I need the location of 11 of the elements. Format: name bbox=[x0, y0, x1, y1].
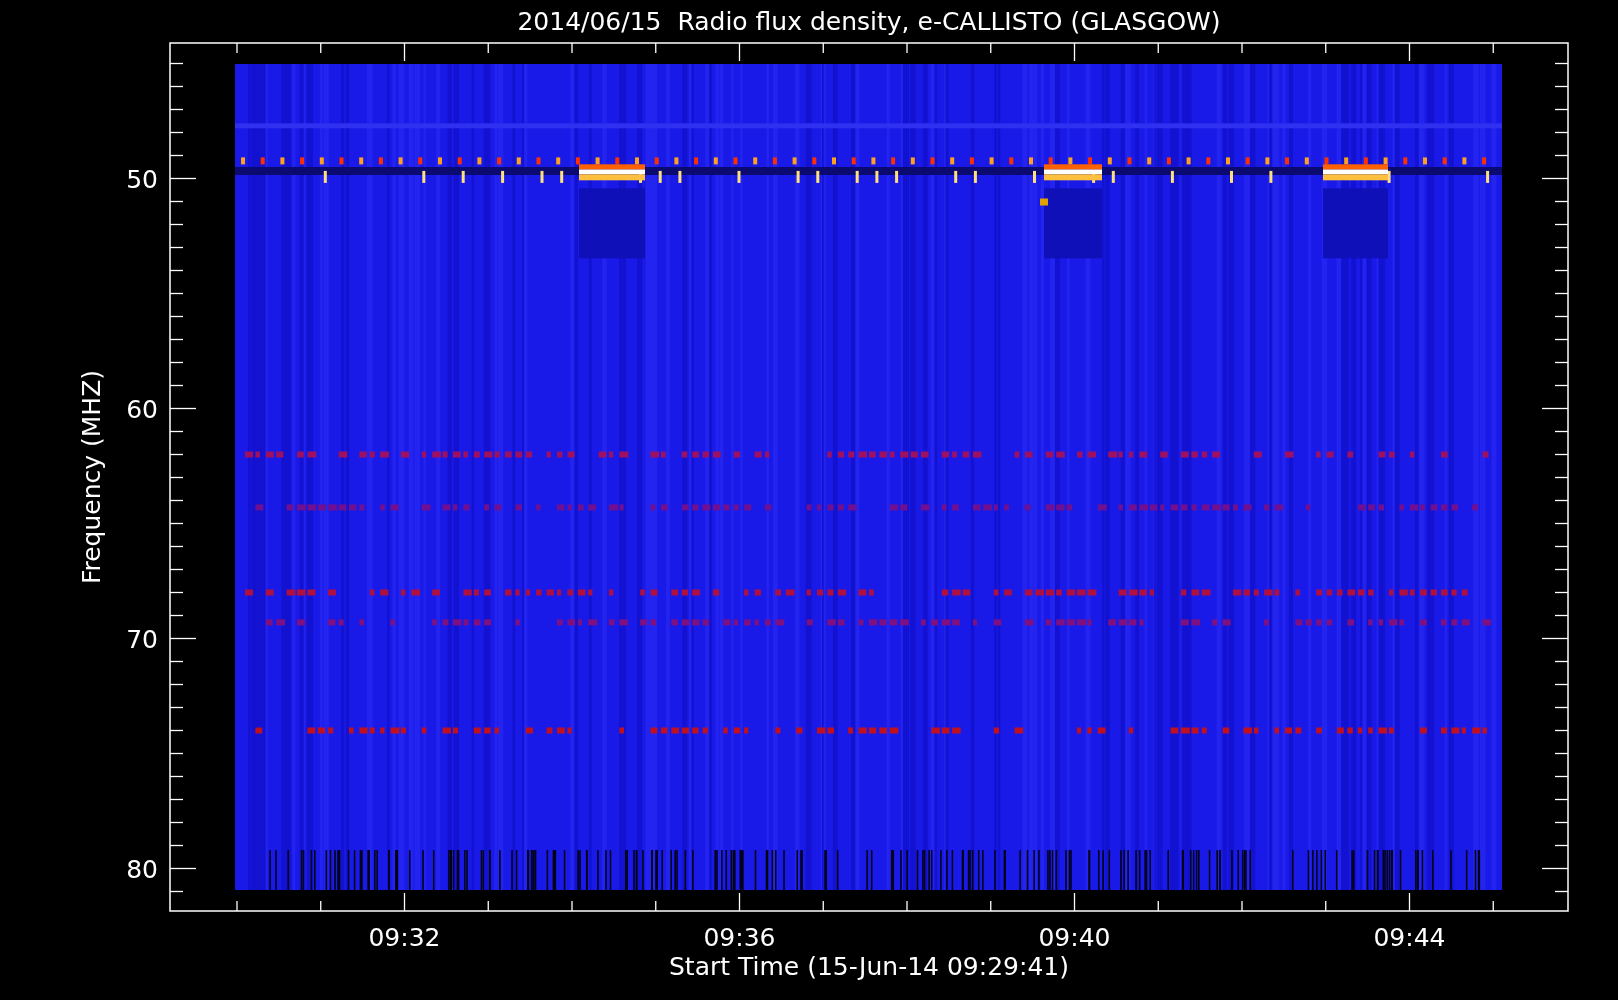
x-tick-label: 09:44 bbox=[1373, 923, 1446, 952]
x-tick-label: 09:36 bbox=[703, 923, 776, 952]
x-tick-label: 09:40 bbox=[1038, 923, 1111, 952]
y-tick-label: 70 bbox=[126, 624, 158, 654]
y-tick-label: 50 bbox=[126, 164, 158, 194]
x-tick-label: 09:32 bbox=[368, 923, 441, 952]
x-axis-label: Start Time (15-Jun-14 09:29:41) bbox=[669, 952, 1069, 981]
y-tick-label: 80 bbox=[126, 854, 158, 884]
plot-title: 2014/06/15 Radio flux density, e-CALLISTO (GLASGOW) bbox=[517, 7, 1221, 36]
y-tick-label: 60 bbox=[126, 394, 158, 424]
y-axis-label: Frequency (MHZ) bbox=[77, 369, 106, 585]
